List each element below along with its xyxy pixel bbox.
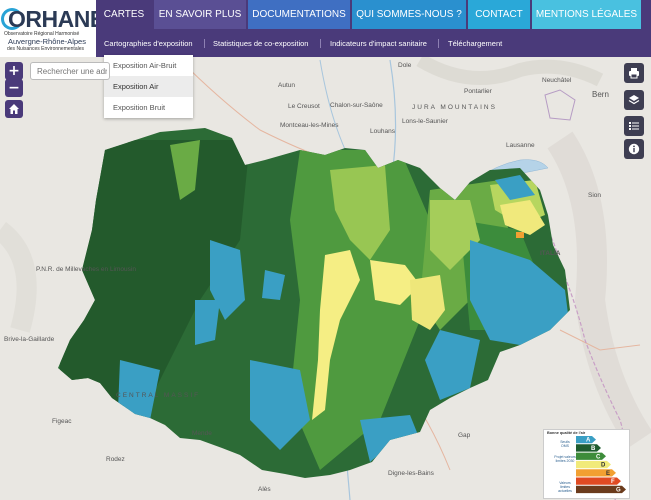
map-label: Autun <box>278 82 295 89</box>
map-label: Le Creusot <box>288 103 320 110</box>
tab-documentations[interactable]: DOCUMENTATIONS <box>248 0 350 29</box>
map-label: Gap <box>458 432 471 439</box>
dropdown-item-bruit[interactable]: Exposition Bruit <box>104 97 193 118</box>
legend-class-letter: A <box>586 438 591 444</box>
legend-label-2030: Projet valeurs limites 2030 <box>554 455 576 463</box>
legend-class-letter: C <box>596 454 601 460</box>
print-button[interactable] <box>624 63 644 83</box>
tab-contact[interactable]: CONTACT <box>468 0 530 29</box>
map-label: Lausanne <box>506 142 535 149</box>
zoom-out-button[interactable]: − <box>5 79 23 97</box>
info-button[interactable] <box>624 139 644 159</box>
subnav-cartographies[interactable]: Cartographies d'exposition <box>104 29 193 57</box>
subnav-statistiques[interactable]: Statistiques de co-exposition <box>213 29 308 57</box>
map-label: Louhans <box>370 128 395 135</box>
layers-button[interactable] <box>624 90 644 110</box>
logo-tagline: des Nuisances Environnementales <box>7 46 84 52</box>
legend-class-d <box>576 460 611 469</box>
dropdown-item-air[interactable]: Exposition Air <box>104 76 193 97</box>
print-icon <box>629 68 639 79</box>
legend-list-button[interactable] <box>624 116 644 136</box>
legend-class-letter: G <box>616 488 621 494</box>
map-label: Brive-la-Gaillarde <box>4 336 55 343</box>
legend-bars: ABCDEFG <box>576 436 626 494</box>
legend-class-letter: D <box>601 463 606 469</box>
map-label: Sion <box>588 192 602 199</box>
home-icon <box>9 104 19 114</box>
map-label: Dole <box>398 62 412 69</box>
tab-cartes[interactable]: CARTES <box>96 0 152 29</box>
address-search-input[interactable] <box>30 62 110 80</box>
list-icon <box>629 122 639 130</box>
map-label: Bern <box>592 90 609 99</box>
logo-region: Auvergne-Rhône-Alpes <box>8 37 86 46</box>
subnav-divider <box>204 39 205 48</box>
subnav-indicateurs[interactable]: Indicateurs d'impact sanitaire <box>330 29 427 57</box>
logo-name: ORHANE <box>8 6 105 32</box>
map-label: Chalon-sur-Saône <box>330 102 383 109</box>
tab-mentions-legales[interactable]: MENTIONS LÉGALES <box>532 0 641 29</box>
subnav-divider <box>438 39 439 48</box>
zoom-in-button[interactable]: + <box>5 62 23 80</box>
cartographies-dropdown: Exposition Air-Bruit Exposition Air Expo… <box>104 55 193 118</box>
subnav-telechargement[interactable]: Téléchargement <box>448 29 502 57</box>
map-label: Pontarlier <box>464 88 492 95</box>
map-label: CENTRAL MASSIF <box>116 392 201 399</box>
legend-label-oms: Seuils OMS <box>560 440 570 448</box>
map-label: Mende <box>192 430 212 437</box>
air-quality-legend: Bonne qualité de l'air Seuils OMS Projet… <box>543 429 630 499</box>
tab-en-savoir-plus[interactable]: EN SAVOIR PLUS <box>154 0 246 29</box>
legend-title: Bonne qualité de l'air <box>547 431 586 435</box>
subnav-divider <box>320 39 321 48</box>
map-label: P.N.R. de Millevaches en Limousin <box>36 266 136 273</box>
legend-class-letter: B <box>591 446 596 452</box>
layers-icon <box>628 95 640 105</box>
map-label: Lons-le-Saunier <box>402 118 448 125</box>
tab-qui-sommes-nous[interactable]: QUI SOMMES-NOUS ? <box>352 0 466 29</box>
legend-class-c <box>576 452 606 460</box>
sub-navigation: Cartographies d'exposition Statistiques … <box>96 29 651 57</box>
map-label: Alès <box>258 486 271 493</box>
map-label: JURA MOUNTAINS <box>412 104 497 111</box>
dropdown-item-air-bruit[interactable]: Exposition Air-Bruit <box>104 55 193 76</box>
map-label: Figeac <box>52 418 72 425</box>
legend-class-letter: F <box>611 479 615 485</box>
orhane-logo[interactable]: ORHANE Observatoire Régional Harmonisé A… <box>0 0 105 57</box>
top-navigation: CARTES EN SAVOIR PLUS DOCUMENTATIONS QUI… <box>96 0 651 29</box>
map-label: ITALIA <box>540 250 561 257</box>
info-icon <box>628 143 640 155</box>
map-label: Neuchâtel <box>542 77 572 84</box>
legend-label-actuelles: Valeurs limites actuelles <box>558 481 572 493</box>
map-label: Rodez <box>106 456 125 463</box>
home-button[interactable] <box>5 100 23 118</box>
legend-class-b <box>576 444 601 452</box>
map-label: Digne-les-Bains <box>388 470 434 477</box>
map-label: Montceau-les-Mines <box>280 122 339 129</box>
legend-class-letter: E <box>606 471 610 477</box>
